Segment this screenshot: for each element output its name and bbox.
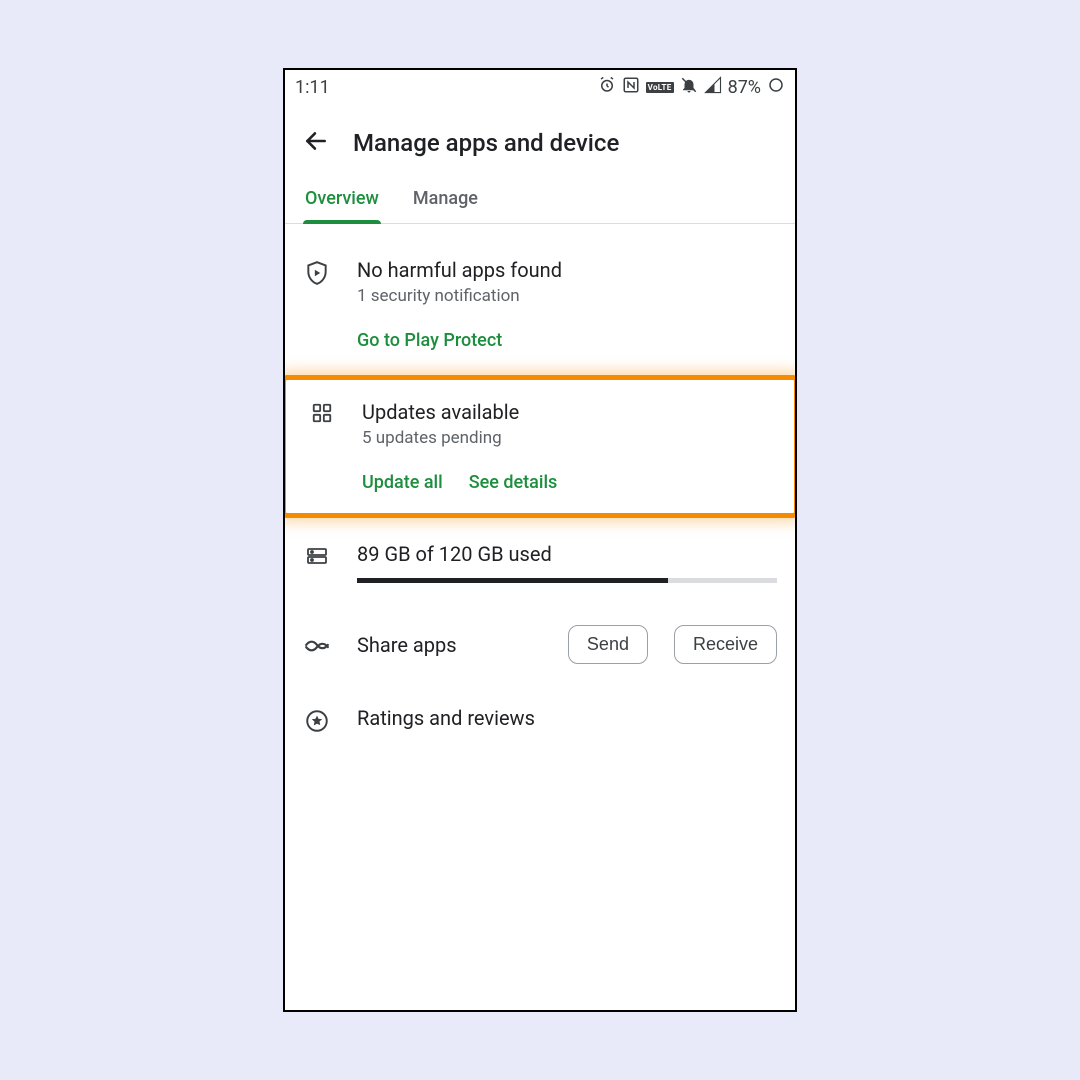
status-battery-text: 87% — [728, 77, 761, 98]
updates-subtitle: 5 updates pending — [362, 428, 772, 448]
update-all-link[interactable]: Update all — [362, 472, 443, 493]
share-apps-title: Share apps — [357, 633, 542, 657]
tab-manage[interactable]: Manage — [411, 178, 480, 223]
shield-play-icon — [303, 258, 331, 286]
share-icon — [303, 631, 331, 659]
share-apps-row: Share apps Send Receive — [303, 625, 777, 706]
volte-icon: VoLTE — [646, 82, 674, 93]
updates-title: Updates available — [362, 400, 772, 424]
play-protect-link[interactable]: Go to Play Protect — [357, 330, 502, 351]
storage-icon — [303, 542, 331, 568]
page-header: Manage apps and device — [285, 104, 795, 178]
apps-grid-icon — [308, 400, 336, 424]
star-badge-icon — [303, 706, 331, 734]
back-icon[interactable] — [303, 128, 329, 158]
content: No harmful apps found 1 security notific… — [285, 224, 795, 734]
alarm-icon — [598, 76, 616, 99]
page-title: Manage apps and device — [353, 129, 619, 157]
nfc-icon — [622, 76, 640, 99]
updates-row[interactable]: Updates available 5 updates pending Upda… — [308, 400, 772, 493]
status-time: 1:11 — [295, 77, 330, 98]
play-protect-title: No harmful apps found — [357, 258, 777, 282]
ratings-row[interactable]: Ratings and reviews — [303, 706, 777, 734]
phone-frame: 1:11 VoLTE 87% Manage apps — [283, 68, 797, 1012]
play-protect-subtitle: 1 security notification — [357, 286, 777, 306]
tabs: Overview Manage — [285, 178, 795, 224]
send-button[interactable]: Send — [568, 625, 648, 664]
storage-label: 89 GB of 120 GB used — [357, 542, 777, 566]
tab-overview[interactable]: Overview — [303, 178, 381, 223]
see-details-link[interactable]: See details — [469, 472, 558, 493]
battery-ring-icon — [767, 76, 785, 99]
storage-row[interactable]: 89 GB of 120 GB used — [303, 542, 777, 625]
updates-highlight: Updates available 5 updates pending Upda… — [283, 375, 797, 518]
ratings-title: Ratings and reviews — [357, 706, 777, 730]
signal-icon — [704, 76, 722, 99]
storage-bar-fill — [357, 578, 668, 583]
status-bar: 1:11 VoLTE 87% — [285, 70, 795, 104]
dnd-bell-icon — [680, 76, 698, 99]
storage-bar — [357, 578, 777, 583]
receive-button[interactable]: Receive — [674, 625, 777, 664]
